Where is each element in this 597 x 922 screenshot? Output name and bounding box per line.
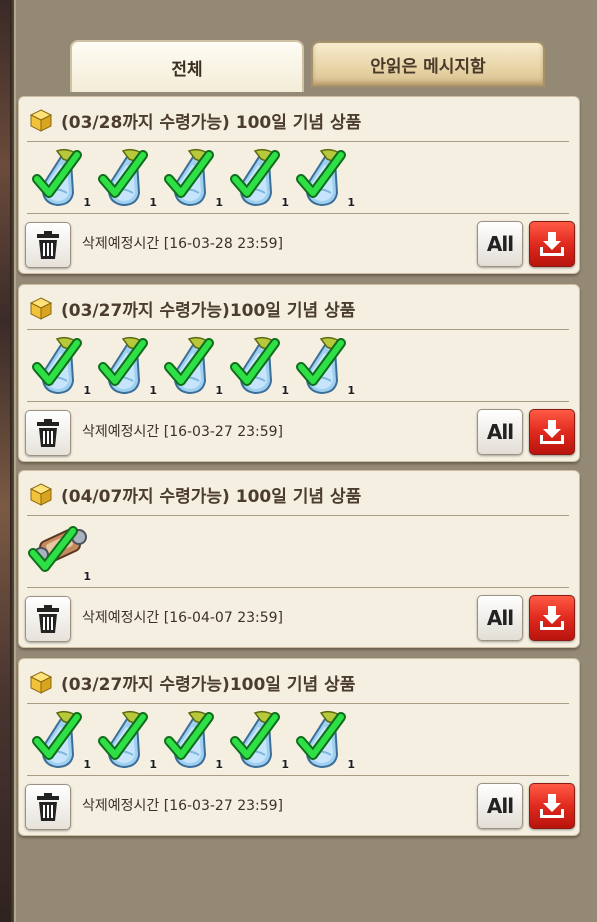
item-quantity: 1 bbox=[83, 196, 91, 209]
delete-button[interactable] bbox=[25, 596, 71, 642]
trash-icon bbox=[37, 231, 59, 259]
item-quantity: 1 bbox=[149, 196, 157, 209]
item-quantity: 1 bbox=[347, 196, 355, 209]
download-icon bbox=[540, 606, 564, 630]
receive-button[interactable] bbox=[529, 783, 575, 829]
divider bbox=[27, 401, 569, 402]
attachment-item[interactable]: 1 bbox=[291, 145, 357, 211]
divider bbox=[27, 213, 569, 214]
attachment-item[interactable]: 1 bbox=[225, 707, 291, 773]
attachment-item[interactable]: 1 bbox=[159, 707, 225, 773]
message-title: (03/27까지 수령가능)100일 기념 상품 bbox=[61, 674, 356, 695]
download-icon bbox=[540, 420, 564, 444]
gift-box-icon bbox=[29, 297, 53, 320]
receive-button[interactable] bbox=[529, 595, 575, 641]
deletion-time: 삭제예정시간 [16-03-27 23:59] bbox=[82, 424, 283, 440]
receive-all-button[interactable]: All bbox=[477, 409, 523, 455]
deletion-time: 삭제예정시간 [16-03-27 23:59] bbox=[82, 798, 283, 814]
message-header: (03/27까지 수령가능)100일 기념 상품 bbox=[29, 294, 569, 322]
item-quantity: 1 bbox=[215, 196, 223, 209]
receive-button[interactable] bbox=[529, 221, 575, 267]
divider bbox=[27, 587, 569, 588]
item-quantity: 1 bbox=[149, 384, 157, 397]
message-card: (03/28까지 수령가능) 100일 기념 상품 1 1 1 1 1 삭제예정… bbox=[18, 96, 580, 274]
attachment-item[interactable]: 1 bbox=[93, 333, 159, 399]
gift-box-icon bbox=[29, 109, 53, 132]
delete-button[interactable] bbox=[25, 784, 71, 830]
message-actions: 삭제예정시간 [16-04-07 23:59] All bbox=[25, 593, 575, 643]
delete-button[interactable] bbox=[25, 222, 71, 268]
item-quantity: 1 bbox=[347, 758, 355, 771]
attachment-item[interactable]: 1 bbox=[27, 145, 93, 211]
divider bbox=[27, 515, 569, 516]
item-quantity: 1 bbox=[83, 384, 91, 397]
attachment-items: 1 bbox=[27, 519, 93, 585]
background-edge bbox=[0, 0, 14, 922]
delete-button[interactable] bbox=[25, 410, 71, 456]
message-card: (03/27까지 수령가능)100일 기념 상품 1 1 1 1 1 삭제예정시… bbox=[18, 284, 580, 462]
item-quantity: 1 bbox=[281, 384, 289, 397]
trash-icon bbox=[37, 793, 59, 821]
message-actions: 삭제예정시간 [16-03-28 23:59] All bbox=[25, 219, 575, 269]
attachment-items: 1 1 1 1 1 bbox=[27, 707, 357, 773]
attachment-item[interactable]: 1 bbox=[93, 707, 159, 773]
message-title: (03/28까지 수령가능) 100일 기념 상품 bbox=[61, 112, 362, 133]
attachment-item[interactable]: 1 bbox=[93, 145, 159, 211]
divider bbox=[27, 775, 569, 776]
message-header: (04/07까지 수령가능) 100일 기념 상품 bbox=[29, 480, 569, 508]
download-icon bbox=[540, 232, 564, 256]
item-quantity: 1 bbox=[281, 758, 289, 771]
gift-box-icon bbox=[29, 483, 53, 506]
item-quantity: 1 bbox=[347, 384, 355, 397]
message-title: (03/27까지 수령가능)100일 기념 상품 bbox=[61, 300, 356, 321]
message-card: (04/07까지 수령가능) 100일 기념 상품 1 삭제예정시간 [16-0… bbox=[18, 470, 580, 648]
attachment-item[interactable]: 1 bbox=[291, 707, 357, 773]
item-quantity: 1 bbox=[215, 384, 223, 397]
receive-all-button[interactable]: All bbox=[477, 595, 523, 641]
trash-icon bbox=[37, 419, 59, 447]
download-icon bbox=[540, 794, 564, 818]
item-quantity: 1 bbox=[83, 758, 91, 771]
attachment-item[interactable]: 1 bbox=[291, 333, 357, 399]
deletion-time: 삭제예정시간 [16-03-28 23:59] bbox=[82, 236, 283, 252]
receive-all-button[interactable]: All bbox=[477, 783, 523, 829]
message-header: (03/28까지 수령가능) 100일 기념 상품 bbox=[29, 106, 569, 134]
attachment-item[interactable]: 1 bbox=[159, 145, 225, 211]
deletion-time: 삭제예정시간 [16-04-07 23:59] bbox=[82, 610, 283, 626]
item-quantity: 1 bbox=[281, 196, 289, 209]
attachment-items: 1 1 1 1 1 bbox=[27, 145, 357, 211]
message-actions: 삭제예정시간 [16-03-27 23:59] All bbox=[25, 407, 575, 457]
receive-all-button[interactable]: All bbox=[477, 221, 523, 267]
divider bbox=[27, 141, 569, 142]
tab-unread[interactable]: 안읽은 메시지함 bbox=[311, 41, 545, 87]
trash-icon bbox=[37, 605, 59, 633]
attachment-items: 1 1 1 1 1 bbox=[27, 333, 357, 399]
attachment-item[interactable]: 1 bbox=[27, 519, 93, 585]
attachment-item[interactable]: 1 bbox=[225, 333, 291, 399]
tab-all[interactable]: 전체 bbox=[70, 40, 304, 92]
message-actions: 삭제예정시간 [16-03-27 23:59] All bbox=[25, 781, 575, 831]
divider bbox=[27, 703, 569, 704]
attachment-item[interactable]: 1 bbox=[27, 333, 93, 399]
attachment-item[interactable]: 1 bbox=[225, 145, 291, 211]
item-quantity: 1 bbox=[83, 570, 91, 583]
gift-box-icon bbox=[29, 671, 53, 694]
divider bbox=[27, 329, 569, 330]
attachment-item[interactable]: 1 bbox=[27, 707, 93, 773]
attachment-item[interactable]: 1 bbox=[159, 333, 225, 399]
receive-button[interactable] bbox=[529, 409, 575, 455]
message-header: (03/27까지 수령가능)100일 기념 상품 bbox=[29, 668, 569, 696]
item-quantity: 1 bbox=[215, 758, 223, 771]
message-title: (04/07까지 수령가능) 100일 기념 상품 bbox=[61, 486, 362, 507]
item-quantity: 1 bbox=[149, 758, 157, 771]
message-card: (03/27까지 수령가능)100일 기념 상품 1 1 1 1 1 삭제예정시… bbox=[18, 658, 580, 836]
